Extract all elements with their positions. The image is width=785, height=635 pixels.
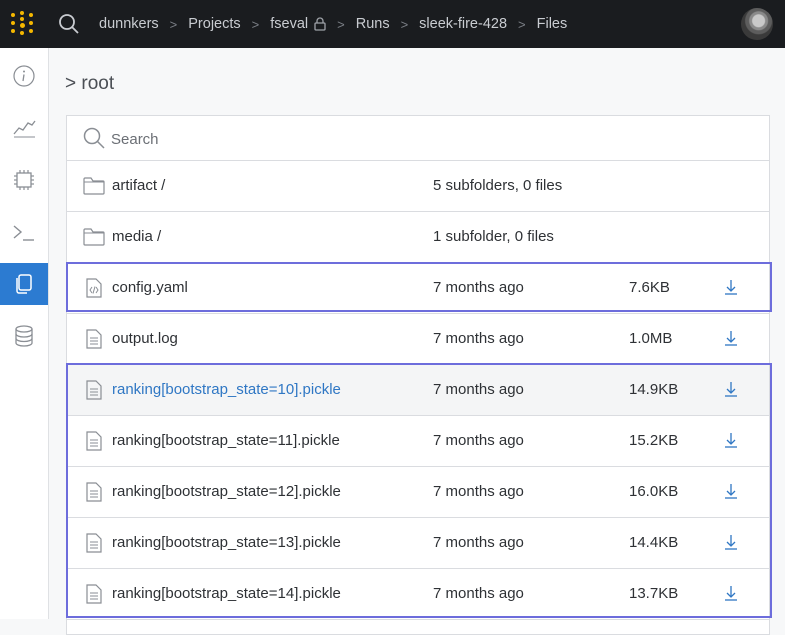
file-name[interactable]: media / [112,228,161,245]
file-size: 7.6KB [629,279,670,296]
folder-row[interactable]: media / 1 subfolder, 0 files [67,212,769,263]
file-info: 7 months ago [433,330,524,347]
file-name[interactable]: ranking[bootstrap_state=13].pickle [112,534,341,551]
folder-icon [83,176,105,196]
search-input[interactable] [111,128,711,150]
download-icon[interactable] [724,533,738,551]
files-icon [16,274,32,294]
breadcrumb-separator: > [400,16,409,32]
wandb-logo-icon[interactable] [9,11,37,37]
file-name[interactable]: ranking[bootstrap_state=11].pickle [112,432,340,449]
file-size: 13.7KB [629,585,679,602]
code-file-icon [83,278,105,298]
breadcrumb-separator: > [337,16,345,32]
chart-line-icon [13,120,36,138]
file-size: 1.0MB [629,330,673,347]
user-avatar[interactable] [741,8,773,40]
download-icon[interactable] [724,431,738,449]
file-row[interactable]: output.log 7 months ago 1.0MB [67,314,769,365]
sidebar-item-overview[interactable] [0,55,48,97]
file-icon [83,533,105,553]
file-row[interactable]: ranking[bootstrap_state=13].pickle 7 mont… [67,518,769,569]
file-icon [83,431,105,451]
file-info: 1 subfolder, 0 files [433,228,554,245]
search-row [67,116,769,161]
file-row[interactable]: ranking[bootstrap_state=11].pickle 7 mont… [67,416,769,467]
download-icon[interactable] [724,584,738,602]
breadcrumb-runs[interactable]: Runs [356,16,390,32]
file-size: 15.2KB [629,432,679,449]
path-title: > root [65,73,115,94]
files-content: > root artifact / 5 subfolders, 0 files me… [49,48,785,635]
file-info: 5 subfolders, 0 files [433,177,563,194]
top-bar: dunnkers > Projects > fseval > Runs > sl… [0,0,785,48]
sidebar-item-files[interactable] [0,263,48,305]
breadcrumb-project[interactable]: fseval [270,16,308,32]
file-row[interactable]: ranking[bootstrap_state=14].pickle 7 mont… [67,569,769,620]
file-row[interactable]: ranking[bootstrap_state=12].pickle 7 mont… [67,467,769,518]
file-icon [83,482,105,502]
sidebar-item-charts[interactable] [0,107,48,149]
terminal-icon [13,225,34,241]
breadcrumb-projects[interactable]: Projects [188,16,240,32]
download-icon[interactable] [724,482,738,500]
search-icon [83,127,105,149]
breadcrumb-separator: > [251,16,260,32]
file-name[interactable]: config.yaml [112,279,188,296]
breadcrumb-user[interactable]: dunnkers [99,16,159,32]
file-name[interactable]: ranking[bootstrap_state=14].pickle [112,585,341,602]
chip-icon [14,170,34,190]
file-icon [83,380,105,400]
file-row[interactable]: ranking[bootstrap_state=10].pickle 7 mont… [67,365,769,416]
sidebar-item-logs[interactable] [0,211,48,253]
breadcrumb-separator: > [169,16,178,32]
breadcrumb-separator: > [518,16,526,32]
file-browser: artifact / 5 subfolders, 0 files media / 1 … [66,115,770,635]
file-info: 7 months ago [433,585,524,602]
file-row[interactable]: config.yaml 7 months ago 7.6KB [67,263,769,314]
search-icon[interactable] [58,13,80,35]
database-icon [15,325,33,347]
file-info: 7 months ago [433,381,524,398]
file-info: 7 months ago [433,432,524,449]
download-icon[interactable] [724,329,738,347]
sidebar-item-system[interactable] [0,159,48,201]
lock-icon [314,17,326,31]
breadcrumb: dunnkers > Projects > fseval > Runs > sl… [99,0,567,48]
info-icon [13,65,35,87]
file-info: 7 months ago [433,279,524,296]
file-info: 7 months ago [433,483,524,500]
sidebar-item-artifacts[interactable] [0,315,48,357]
file-icon [83,584,105,604]
download-icon[interactable] [724,278,738,296]
file-name[interactable]: artifact / [112,177,165,194]
breadcrumb-files[interactable]: Files [537,16,568,32]
run-sidebar [0,48,49,619]
file-name[interactable]: output.log [112,330,178,347]
folder-row[interactable]: artifact / 5 subfolders, 0 files [67,161,769,212]
file-size: 14.4KB [629,534,679,551]
file-size: 16.0KB [629,483,679,500]
breadcrumb-run[interactable]: sleek-fire-428 [419,16,507,32]
file-info: 7 months ago [433,534,524,551]
file-size: 14.9KB [629,381,679,398]
download-icon[interactable] [724,380,738,398]
file-name[interactable]: ranking[bootstrap_state=12].pickle [112,483,341,500]
file-name[interactable]: ranking[bootstrap_state=10].pickle [112,381,341,398]
folder-icon [83,227,105,247]
file-icon [83,329,105,349]
